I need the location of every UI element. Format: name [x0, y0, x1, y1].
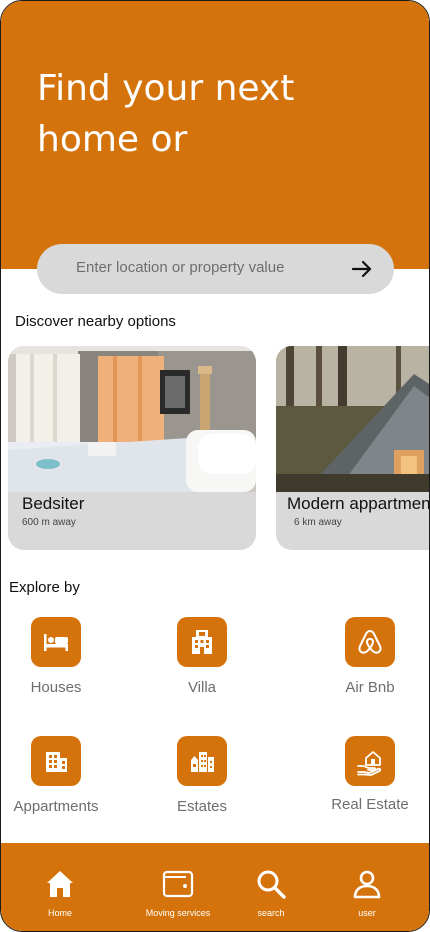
nearby-heading: Discover nearby options [15, 313, 176, 330]
a-frame-cabin-photo [276, 346, 429, 492]
airbnb-icon [345, 617, 395, 667]
search-bar[interactable]: Enter location or property value [37, 244, 394, 294]
property-card[interactable]: Modern appartment 6 km away [276, 346, 430, 550]
category-villa[interactable]: Villa [152, 617, 252, 696]
category-label: Real Estate [331, 796, 409, 813]
search-icon [257, 870, 286, 899]
nav-search[interactable]: search [216, 867, 326, 918]
nav-label: Home [47, 908, 72, 918]
category-label: Estates [176, 798, 228, 815]
villa-icon [177, 617, 227, 667]
bottom-nav: Home Moving services search user [1, 843, 429, 931]
category-airbnb[interactable]: Air Bnb [320, 617, 420, 696]
house-in-hand-icon [345, 736, 395, 786]
card-name: Bedsiter [22, 494, 85, 513]
bedroom-photo [8, 346, 256, 492]
home-icon [47, 871, 73, 897]
app-screen: Find your next home or Enter location or… [0, 0, 430, 932]
apartment-building-icon [31, 736, 81, 786]
category-label: Air Bnb [345, 679, 395, 696]
category-real-estate[interactable]: Real Estate [320, 736, 420, 813]
nav-home[interactable]: Home [5, 867, 115, 918]
nav-label: user [358, 908, 376, 918]
wallet-icon [162, 870, 194, 898]
category-label: Houses [30, 679, 82, 696]
category-label: Villa [187, 679, 217, 696]
nav-user[interactable]: user [312, 867, 422, 918]
search-input[interactable]: Enter location or property value [76, 259, 284, 276]
explore-heading: Explore by [9, 579, 80, 596]
hero-title: Find your next home or [37, 68, 295, 160]
category-houses[interactable]: Houses [6, 617, 106, 696]
nav-label: search [257, 908, 285, 918]
card-name: Modern appartment [287, 494, 430, 513]
hero-banner: Find your next home or [1, 1, 429, 269]
category-estates[interactable]: Estates [152, 736, 252, 815]
property-card[interactable]: Bedsiter 600 m away [8, 346, 256, 550]
category-appartments[interactable]: Appartments [6, 736, 106, 815]
card-distance: 600 m away [22, 517, 76, 528]
arrow-right-icon[interactable] [350, 257, 374, 281]
estate-buildings-icon [177, 736, 227, 786]
bed-icon [31, 617, 81, 667]
category-label: Appartments [13, 798, 99, 815]
user-icon [353, 870, 381, 899]
card-distance: 6 km away [294, 517, 342, 528]
